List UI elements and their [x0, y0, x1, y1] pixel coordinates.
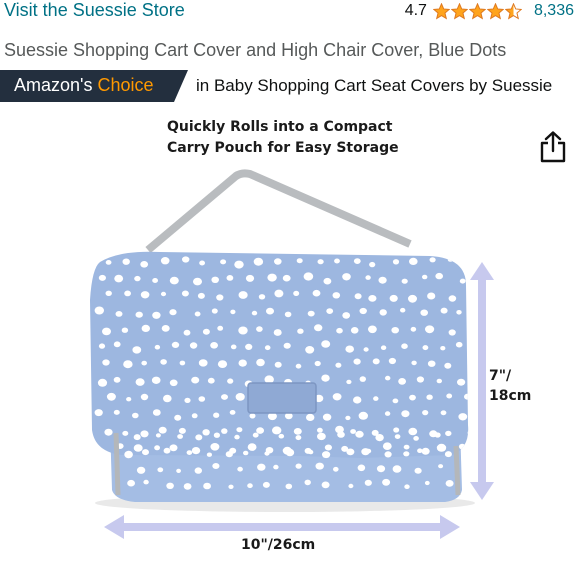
amazons-choice-label: Amazon's Choice — [14, 75, 154, 95]
rating-count-link[interactable]: 8,336 — [534, 2, 574, 20]
star-rating[interactable] — [432, 2, 522, 20]
rating-summary[interactable]: 4.7 8,336 — [405, 2, 574, 20]
pouch-tab — [247, 382, 317, 414]
product-image[interactable] — [0, 106, 580, 580]
star-icon — [504, 2, 522, 20]
star-icon — [450, 2, 468, 20]
rating-score: 4.7 — [404, 2, 427, 19]
image-caption: Quickly Rolls into a Compact Carry Pouch… — [167, 119, 399, 156]
width-dimension-label: 10"/26cm — [241, 537, 316, 553]
height-dimension-label: 7"/ 18cm — [489, 368, 532, 404]
width-arrow — [104, 515, 460, 539]
share-icon[interactable] — [538, 131, 568, 163]
pouch-handle — [145, 169, 412, 254]
visit-store-link[interactable]: Visit the Suessie Store — [4, 0, 185, 21]
star-icon — [486, 2, 504, 20]
choice-category-link[interactable]: in Baby Shopping Cart Seat Covers by Sue… — [196, 76, 552, 96]
amazons-choice-row: Amazon's Choice in Baby Shopping Cart Se… — [0, 70, 580, 102]
star-icon — [468, 2, 486, 20]
product-title: Suessie Shopping Cart Cover and High Cha… — [4, 40, 507, 60]
star-icon — [432, 2, 450, 20]
